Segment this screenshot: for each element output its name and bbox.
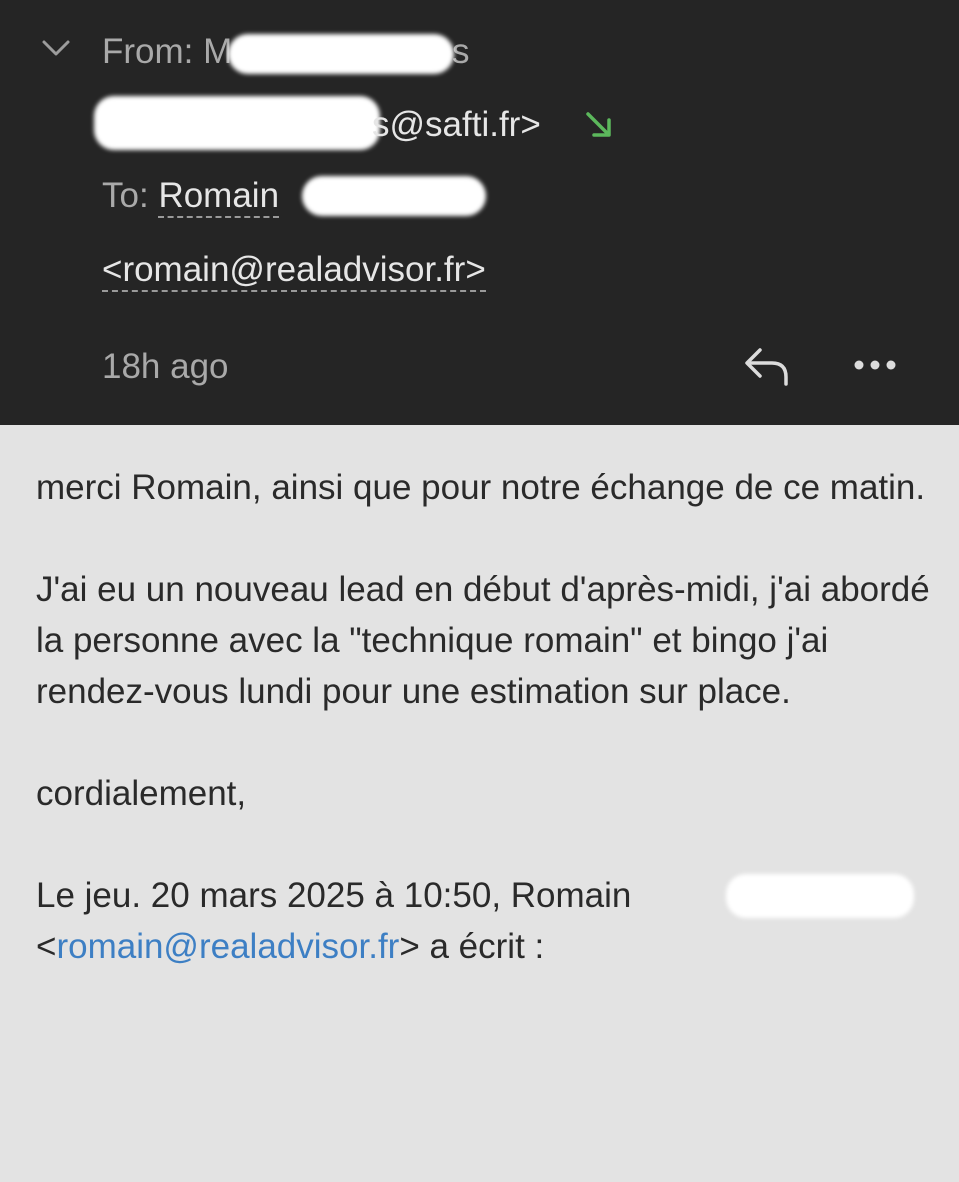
quote-header: Le jeu. 20 mars 2025 à 10:50, Romain n <… [36,870,936,972]
quote-email-link[interactable]: romain@realadvisor.fr [56,927,399,966]
to-label: To: [102,176,149,215]
timestamp: 18h ago [102,347,229,386]
quote-suffix: > a écrit : [399,927,545,966]
to-email[interactable]: <romain@realadvisor.fr> [102,250,486,292]
to-line: To: Romain [102,176,280,218]
email-header: From: M s s@safti.fr> To: Romain <romain… [0,0,959,425]
redaction-from-email [94,96,380,150]
quote-prefix: Le jeu. 20 mars 2025 à 10:50, Romain [36,876,632,915]
reply-icon[interactable] [742,344,792,388]
to-email-line: <romain@realadvisor.fr> [102,250,486,292]
from-name-tail: s [452,32,470,71]
to-name[interactable]: Romain [158,176,280,218]
redaction-from-name [228,34,454,74]
redaction-quote-name [726,874,914,918]
message-signoff: cordialement, [36,774,247,813]
message-paragraph-1: merci Romain, ainsi que pour notre échan… [36,468,926,507]
message-body: merci Romain, ainsi que pour notre échan… [36,462,936,972]
redaction-to-name [302,176,486,216]
from-line: From: M [102,32,232,72]
from-email[interactable]: s@safti.fr> [372,105,541,145]
quote-open: < [36,927,57,966]
arrow-down-right-icon [586,112,611,137]
more-horizontal-icon[interactable] [852,352,898,378]
message-paragraph-2: J'ai eu un nouveau lead en début d'après… [36,570,930,711]
from-label: From: [102,32,194,71]
chevron-down-icon[interactable] [40,36,72,60]
